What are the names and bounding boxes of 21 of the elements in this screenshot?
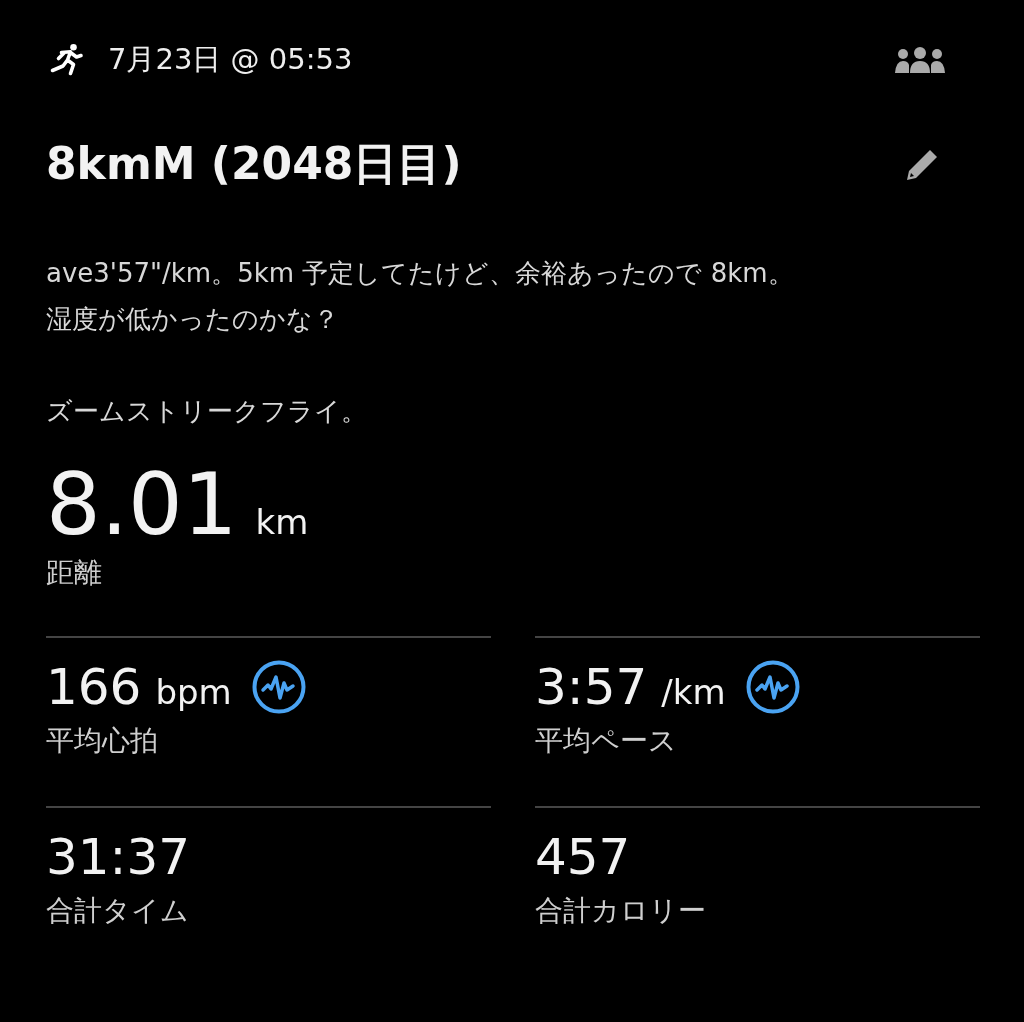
group-icon[interactable] <box>894 47 946 73</box>
distance-label: 距離 <box>46 555 103 591</box>
stat-value: 457 <box>535 828 631 886</box>
stat-label: 平均心拍 <box>46 723 159 759</box>
stat-unit: bpm <box>155 672 232 712</box>
stat-value: 3:57 <box>535 658 648 716</box>
description-paragraph: ave3'57"/km。5km 予定してたけど、余裕あったので 8km。 湿度が低かったのかな？ <box>46 257 795 336</box>
stat-label: 合計タイム <box>46 893 190 929</box>
stat-unit: /km <box>661 672 726 712</box>
description-paragraph: ズームストリークフライ。 <box>46 395 368 428</box>
stat-value: 31:37 <box>46 828 191 886</box>
distance-value: 8.01 <box>46 454 238 554</box>
chart-icon[interactable] <box>745 660 800 714</box>
activity-title: 8kmM (2048日目) <box>46 137 462 191</box>
activity-datetime: 7月23日 @ 05:53 <box>108 41 354 78</box>
distance-unit: km <box>255 502 309 542</box>
chart-icon[interactable] <box>251 660 306 714</box>
runner-icon <box>48 42 84 78</box>
stat-label: 平均ペース <box>535 723 678 759</box>
stat-label: 合計カロリー <box>535 893 707 929</box>
stat-value: 166 <box>46 658 142 716</box>
